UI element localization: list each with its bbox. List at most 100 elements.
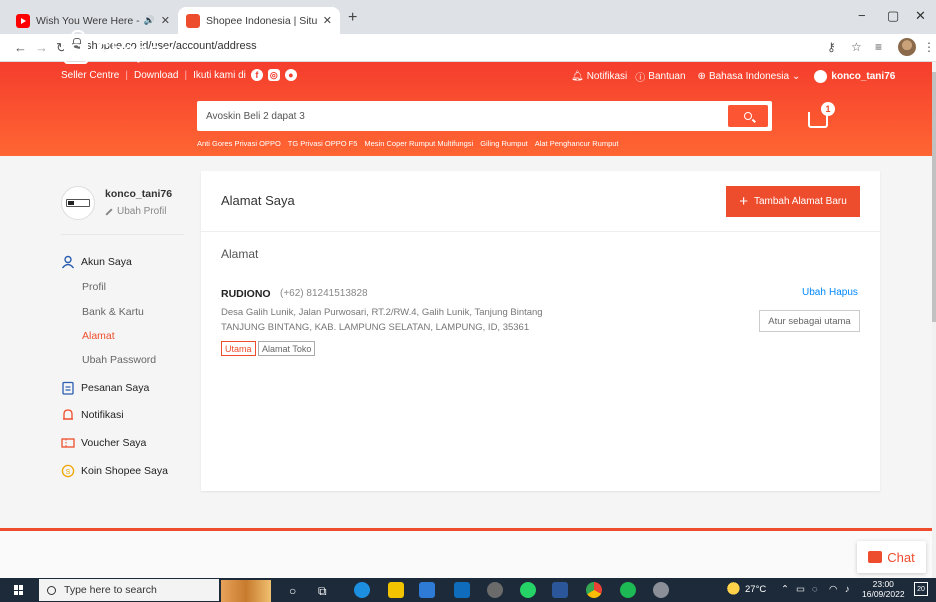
cart-button[interactable]: 1 (808, 102, 835, 128)
sidebar-item-ubah-password[interactable]: Ubah Password (82, 354, 156, 366)
weather-icon (727, 582, 743, 598)
tab-shopee[interactable]: Shopee Indonesia | Situs Belanja ✕ (178, 7, 340, 34)
user-icon (61, 255, 75, 269)
delete-address-link[interactable]: Hapus (829, 287, 858, 298)
chevron-down-icon: ⌄ (792, 71, 801, 82)
task-view-icon[interactable]: ⧉ (318, 584, 327, 599)
weather-temp[interactable]: 27°C (745, 584, 766, 595)
settings-icon[interactable] (487, 582, 503, 598)
edge-icon[interactable] (354, 582, 370, 598)
sidebar-item-akun-saya[interactable]: Akun Saya (61, 255, 132, 269)
minimize-button[interactable]: − (858, 8, 866, 23)
user-card: konco_tani76 Ubah Profil (61, 186, 172, 220)
set-default-button[interactable]: Atur sebagai utama (759, 310, 860, 332)
store-icon[interactable] (419, 582, 435, 598)
browser-profile-avatar[interactable] (898, 38, 916, 56)
sidebar-item-pesanan-saya[interactable]: Pesanan Saya (61, 381, 149, 395)
shopee-icon (186, 13, 200, 28)
browser-tab-bar: Wish You Were Here - YouTu 🔊 ✕ Shopee In… (0, 0, 936, 34)
tab-close-icon[interactable]: ✕ (161, 14, 170, 27)
youtube-icon (16, 13, 30, 28)
app-icon[interactable] (653, 582, 669, 598)
sidebar-item-voucher-saya[interactable]: Voucher Saya (61, 436, 146, 450)
tab-title: Shopee Indonesia | Situs Belanja (206, 14, 317, 27)
address-phone: (+62) 81241513828 (280, 288, 368, 299)
wifi-icon[interactable]: ◠ (829, 584, 837, 595)
tab-close-icon[interactable]: ✕ (323, 14, 332, 27)
file-explorer-icon[interactable] (388, 582, 404, 598)
main-address-badge: Utama (221, 341, 256, 356)
help-link[interactable]: Bantuan (648, 71, 685, 82)
tab-youtube[interactable]: Wish You Were Here - YouTu 🔊 ✕ (8, 7, 178, 34)
forward-arrow-icon[interactable]: → (35, 40, 48, 55)
username-link[interactable]: konco_tani76 (831, 71, 895, 82)
word-icon[interactable] (552, 582, 568, 598)
sidebar-item-profil[interactable]: Profil (82, 281, 106, 293)
instagram-icon[interactable]: ◎ (267, 69, 280, 81)
bell-icon: 🔔︎ (571, 71, 584, 82)
help-icon: ⓘ (635, 73, 646, 84)
restore-button[interactable]: ▢ (887, 8, 899, 24)
download-link[interactable]: Download (134, 70, 178, 81)
pencil-icon (105, 207, 113, 216)
voucher-icon (61, 438, 75, 448)
search-icon (744, 112, 752, 120)
line-icon[interactable]: ● (284, 69, 297, 81)
reading-list-icon[interactable]: ≡ (875, 40, 882, 54)
sidebar-item-alamat[interactable]: Alamat (82, 330, 115, 342)
notification-center-icon[interactable]: 20 (914, 582, 928, 596)
suggestion-link[interactable]: Mesin Coper Rumput Multifungsi (364, 139, 473, 148)
chat-button[interactable]: Chat (857, 541, 926, 573)
volume-icon[interactable]: ♪ (845, 584, 850, 595)
sidebar-item-notifikasi[interactable]: Notifikasi (61, 408, 124, 422)
edit-address-link[interactable]: Ubah (802, 287, 826, 298)
section-title: Alamat (221, 247, 259, 261)
facebook-icon[interactable]: f (250, 69, 263, 81)
cortana-icon[interactable]: ○ (289, 584, 296, 598)
scrollbar-thumb[interactable] (932, 72, 936, 322)
battery-icon[interactable]: ▭ (796, 584, 805, 595)
suggestion-link[interactable]: Giling Rumput (480, 139, 528, 148)
star-icon[interactable]: ☆ (851, 40, 862, 54)
search-input[interactable] (197, 101, 717, 131)
language-select[interactable]: Bahasa Indonesia (709, 71, 789, 82)
shopee-logo[interactable]: S Shopee (64, 30, 174, 64)
whatsapp-icon[interactable] (520, 582, 536, 598)
chrome-icon[interactable] (586, 582, 602, 598)
key-icon[interactable]: ⚷ (827, 40, 836, 54)
sidebar-divider (61, 234, 184, 235)
avatar[interactable] (61, 186, 95, 220)
suggestion-link[interactable]: TG Privasi OPPO F5 (288, 139, 358, 148)
spotify-icon[interactable] (620, 582, 636, 598)
suggestion-link[interactable]: Anti Gores Privasi OPPO (197, 139, 281, 148)
tray-chevron-up-icon[interactable]: ⌃ (781, 584, 789, 595)
seller-centre-link[interactable]: Seller Centre (61, 70, 119, 81)
new-tab-button[interactable]: + (348, 9, 357, 27)
network-icon[interactable]: ◌ (812, 584, 818, 595)
windows-start-icon[interactable] (14, 585, 24, 595)
svg-text:S: S (66, 469, 71, 476)
suggestion-link[interactable]: Alat Penghancur Rumput (535, 139, 619, 148)
edit-profile-link[interactable]: Ubah Profil (105, 206, 172, 217)
shopee-bag-icon: S (64, 30, 88, 64)
notifications-link[interactable]: Notifikasi (587, 71, 628, 82)
taskbar-clock[interactable]: 23:00 16/09/2022 (862, 579, 905, 599)
close-window-button[interactable]: ✕ (915, 8, 926, 24)
mail-icon[interactable] (454, 582, 470, 598)
coin-icon: S (61, 464, 75, 478)
menu-kebab-icon[interactable]: ⋮ (923, 40, 935, 54)
topnav-right: 🔔︎ Notifikasi ⓘ Bantuan ⊕ Bahasa Indones… (571, 69, 895, 84)
search-button[interactable] (728, 105, 768, 127)
page-title: Alamat Saya (221, 193, 295, 208)
speaker-icon[interactable]: 🔊 (144, 15, 155, 26)
sidebar-username: konco_tani76 (105, 188, 173, 200)
user-avatar-icon (814, 70, 828, 83)
address-line-1: Desa Galih Lunik, Jalan Purwosari, RT.2/… (221, 307, 543, 318)
add-address-button[interactable]: + Tambah Alamat Baru (726, 186, 860, 217)
address-line-2: TANJUNG BINTANG, KAB. LAMPUNG SELATAN, L… (221, 322, 530, 333)
taskbar-search-input[interactable]: Type here to search (39, 579, 219, 601)
back-arrow-icon[interactable]: ← (14, 40, 27, 55)
sidebar-item-bank-kartu[interactable]: Bank & Kartu (82, 306, 144, 318)
search-icon (47, 585, 56, 595)
sidebar-item-koin-shopee[interactable]: S Koin Shopee Saya (61, 464, 168, 478)
